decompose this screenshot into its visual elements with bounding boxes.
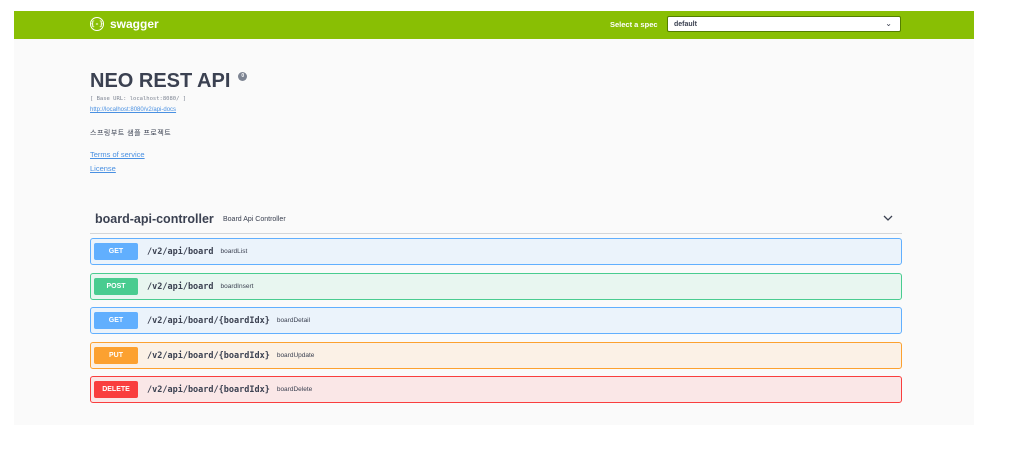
swagger-logo[interactable]: {-} swagger — [90, 17, 159, 31]
operation-path: /v2/api/board/{boardIdx} — [147, 384, 270, 395]
operation-post-board-insert[interactable]: POST /v2/api/board boardInsert — [90, 273, 902, 300]
operation-get-board-list[interactable]: GET /v2/api/board boardList — [90, 238, 902, 265]
version-badge: 0 — [238, 72, 248, 81]
operation-path: /v2/api/board — [147, 281, 214, 292]
terms-of-service-link[interactable]: Terms of service — [90, 150, 145, 159]
chevron-down-icon: ⌄ — [885, 19, 892, 28]
operation-summary: boardList — [220, 248, 248, 255]
operation-get-board-detail[interactable]: GET /v2/api/board/{boardIdx} boardDetail — [90, 307, 902, 334]
swagger-logo-text: swagger — [110, 17, 159, 31]
operation-summary: boardUpdate — [276, 352, 315, 359]
operation-summary: boardInsert — [220, 283, 254, 290]
operation-path: /v2/api/board/{boardIdx} — [147, 350, 270, 361]
api-title-row: NEO REST API 0 — [90, 69, 248, 93]
method-badge: GET — [94, 312, 138, 329]
swagger-logo-icon: {-} — [90, 17, 104, 31]
select-spec-label: Select a spec — [610, 20, 658, 29]
operation-put-board-update[interactable]: PUT /v2/api/board/{boardIdx} boardUpdate — [90, 342, 902, 369]
operation-summary: boardDelete — [276, 386, 313, 393]
method-badge: GET — [94, 243, 138, 260]
operation-path: /v2/api/board/{boardIdx} — [147, 315, 270, 326]
api-description: 스프링부트 샘플 프로젝트 — [90, 130, 172, 137]
swagger-page: {-} swagger Select a spec default ⌄ NEO … — [14, 11, 974, 425]
operation-path: /v2/api/board — [147, 246, 214, 257]
topbar: {-} swagger Select a spec default ⌄ — [14, 11, 974, 39]
spec-select-value: default — [674, 20, 697, 28]
operation-summary: boardDetail — [276, 317, 311, 324]
api-title: NEO REST API — [90, 70, 231, 92]
method-badge: POST — [94, 278, 138, 295]
chevron-down-icon[interactable] — [882, 212, 894, 224]
method-badge: DELETE — [94, 381, 138, 398]
base-url: [ Base URL: localhost:8080/ ] — [90, 96, 187, 102]
api-docs-link[interactable]: http://localhost:8080/v2/api-docs — [90, 107, 176, 113]
tag-header-board-api-controller[interactable]: board-api-controller Board Api Controlle… — [90, 206, 902, 234]
spec-select[interactable]: default ⌄ — [667, 16, 901, 32]
tag-description: Board Api Controller — [223, 216, 286, 223]
tag-name: board-api-controller — [95, 212, 214, 226]
method-badge: PUT — [94, 347, 138, 364]
license-link[interactable]: License — [90, 164, 116, 173]
operation-delete-board-delete[interactable]: DELETE /v2/api/board/{boardIdx} boardDel… — [90, 376, 902, 403]
